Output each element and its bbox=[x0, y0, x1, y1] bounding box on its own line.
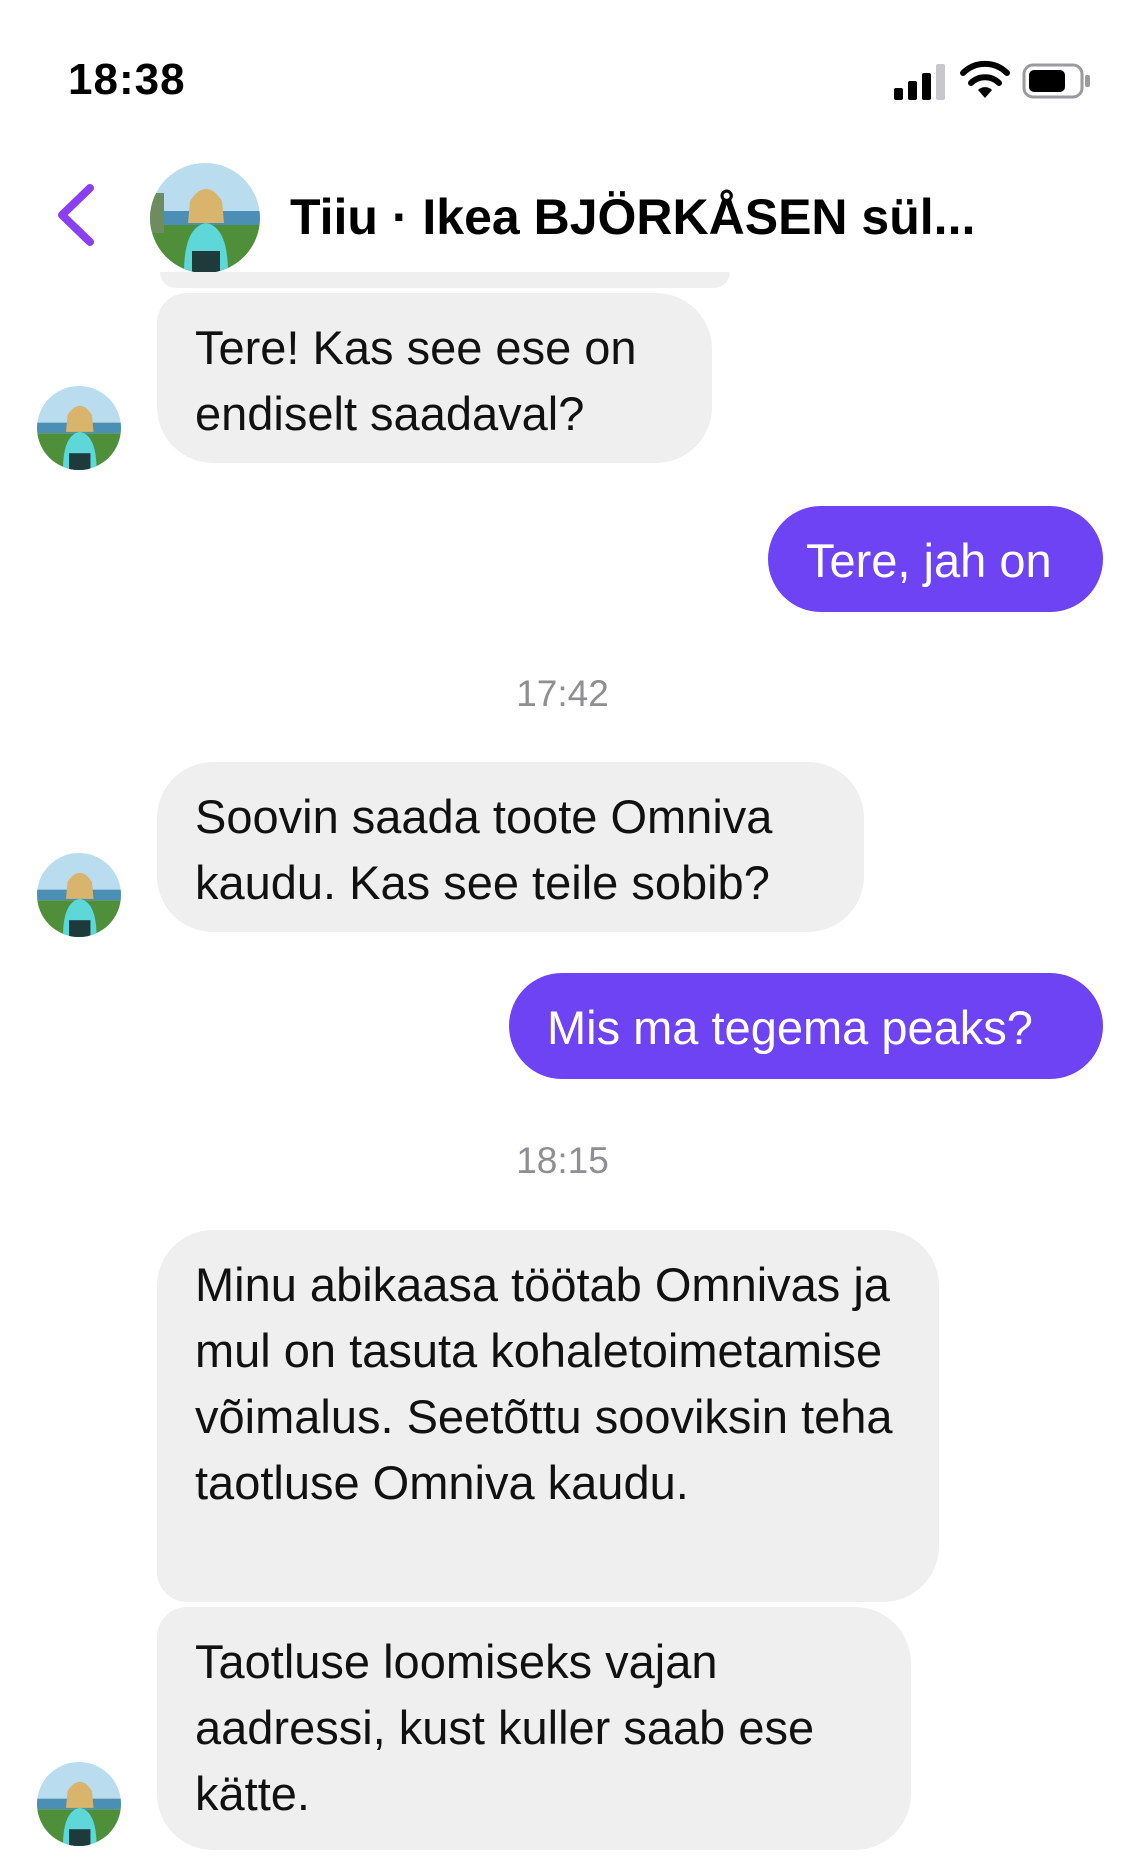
message-text: Mis ma tegema peaks? bbox=[547, 1001, 1033, 1054]
contact-avatar[interactable] bbox=[150, 163, 260, 273]
outgoing-message-bubble[interactable]: Tere, jah on bbox=[768, 506, 1103, 612]
message-timestamp: 18:15 bbox=[516, 1140, 609, 1181]
outgoing-message-bubble[interactable]: Mis ma tegema peaks? bbox=[509, 973, 1103, 1079]
previous-message-edge bbox=[160, 272, 730, 288]
sender-avatar bbox=[37, 853, 121, 937]
status-bar: 18:38 bbox=[0, 0, 1125, 150]
message-timestamp: 17:42 bbox=[516, 673, 609, 714]
status-time: 18:38 bbox=[68, 55, 186, 104]
incoming-message-bubble[interactable]: Taotluse loomiseks vajan aadressi, kust … bbox=[157, 1607, 911, 1850]
chat-header: Tiiu · Ikea BJÖRKÅSEN sül... bbox=[0, 150, 1125, 280]
battery-icon bbox=[1022, 63, 1090, 99]
sender-avatar bbox=[37, 1762, 121, 1846]
wifi-icon bbox=[960, 60, 1010, 98]
message-text: Soovin saada toote Omniva kaudu. Kas see… bbox=[195, 790, 773, 909]
incoming-message-bubble[interactable]: Tere! Kas see ese on endiselt saadaval? bbox=[157, 293, 712, 463]
message-text: Tere, jah on bbox=[806, 534, 1052, 587]
message-text: Minu abikaasa töötab Omnivas ja mul on t… bbox=[195, 1258, 893, 1509]
conversation-title[interactable]: Tiiu · Ikea BJÖRKÅSEN sül... bbox=[290, 188, 1110, 246]
message-list[interactable]: Tere! Kas see ese on endiselt saadaval? … bbox=[0, 272, 1125, 1866]
sender-avatar bbox=[37, 386, 121, 470]
signal-icon bbox=[894, 64, 945, 100]
incoming-message-bubble[interactable]: Soovin saada toote Omniva kaudu. Kas see… bbox=[157, 762, 864, 932]
message-text: Taotluse loomiseks vajan aadressi, kust … bbox=[195, 1635, 815, 1820]
message-text: Tere! Kas see ese on endiselt saadaval? bbox=[195, 321, 637, 440]
incoming-message-bubble[interactable]: Minu abikaasa töötab Omnivas ja mul on t… bbox=[157, 1230, 939, 1602]
back-button[interactable] bbox=[46, 180, 106, 250]
